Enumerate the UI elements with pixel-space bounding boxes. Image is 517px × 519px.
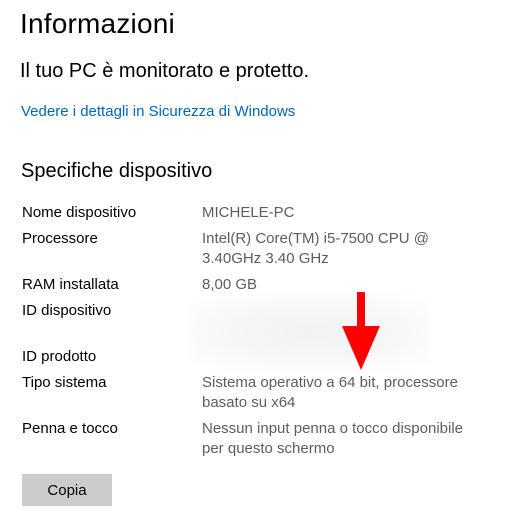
about-page: Informazioni Il tuo PC è monitorato e pr… <box>0 0 517 519</box>
spec-value: Intel(R) Core(TM) i5-7500 CPU @ <box>202 230 429 247</box>
spec-label: Tipo sistema <box>22 374 107 391</box>
spec-value-line2: 3.40GHz 3.40 GHz <box>202 250 329 267</box>
red-down-arrow-icon <box>342 292 380 370</box>
spec-label: Processore <box>22 230 98 247</box>
spec-value: Sistema operativo a 64 bit, processore <box>202 374 458 391</box>
spec-row-processor: Processore Intel(R) Core(TM) i5-7500 CPU… <box>22 229 502 269</box>
spec-label: Nome dispositivo <box>22 204 137 221</box>
spec-row-pen-touch: Penna e tocco Nessun input penna o tocco… <box>22 419 502 459</box>
spec-value-line2: per questo schermo <box>202 440 335 457</box>
copy-button[interactable]: Copia <box>22 474 112 506</box>
spec-value: Nessun input penna o tocco disponibile <box>202 420 464 437</box>
spec-row-system-type: Tipo sistema Sistema operativo a 64 bit,… <box>22 373 502 413</box>
spec-value: MICHELE-PC <box>202 204 295 221</box>
spec-label: ID prodotto <box>22 348 97 365</box>
spec-label: ID dispositivo <box>22 302 112 319</box>
protection-status-text: Il tuo PC è monitorato e protetto. <box>20 60 310 82</box>
page-title: Informazioni <box>20 8 175 39</box>
spec-value-line2: basato su x64 <box>202 394 296 411</box>
windows-security-link[interactable]: Vedere i dettagli in Sicurezza di Window… <box>21 102 295 122</box>
spec-label: Penna e tocco <box>22 420 118 437</box>
spec-label: RAM installata <box>22 276 119 293</box>
redacted-ids-blur <box>190 296 430 368</box>
device-specs-heading: Specifiche dispositivo <box>21 160 213 182</box>
